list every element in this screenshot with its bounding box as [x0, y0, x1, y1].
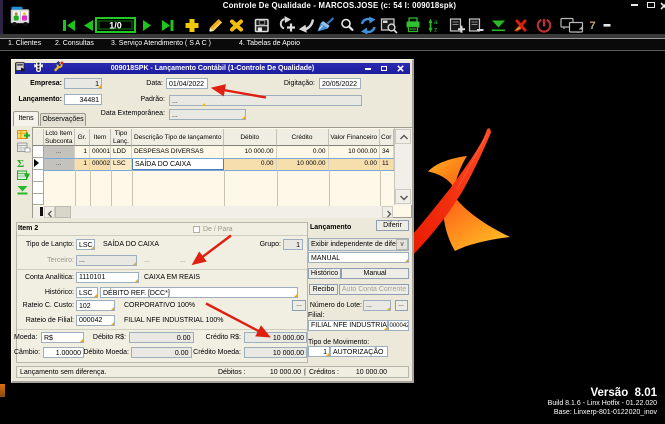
- svg-text:7: 7: [590, 20, 596, 32]
- svg-text:z: z: [434, 27, 437, 34]
- svg-text:Σ: Σ: [17, 158, 24, 170]
- svg-text:a: a: [434, 19, 438, 26]
- svg-text:1/0: 1/0: [109, 21, 122, 31]
